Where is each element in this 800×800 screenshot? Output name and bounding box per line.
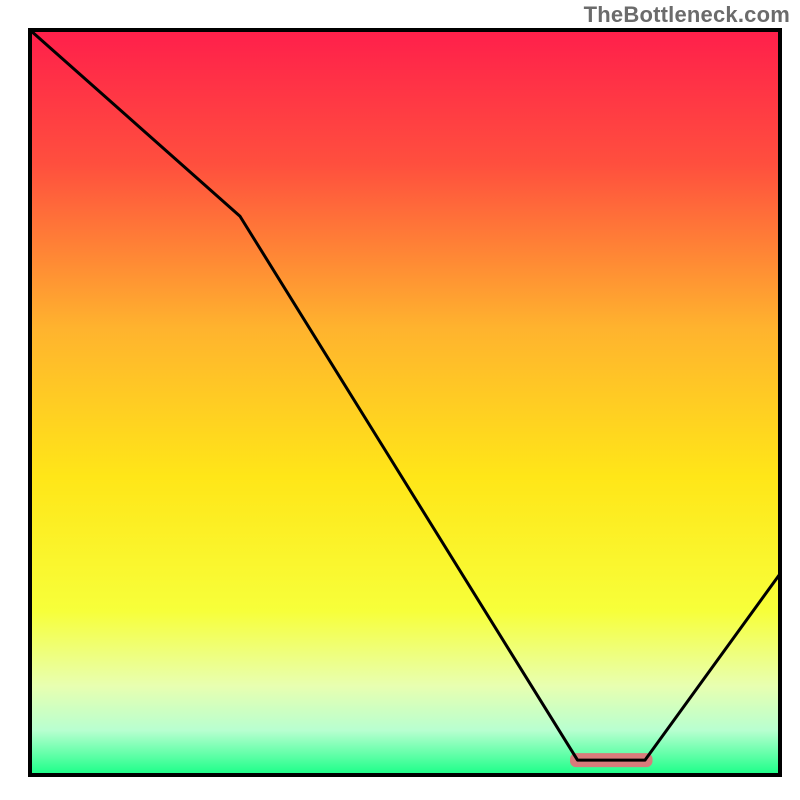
plot-background [30, 30, 780, 775]
watermark-text: TheBottleneck.com [584, 2, 790, 28]
chart-container: { "watermark": "TheBottleneck.com", "cha… [0, 0, 800, 800]
bottleneck-chart [0, 0, 800, 800]
